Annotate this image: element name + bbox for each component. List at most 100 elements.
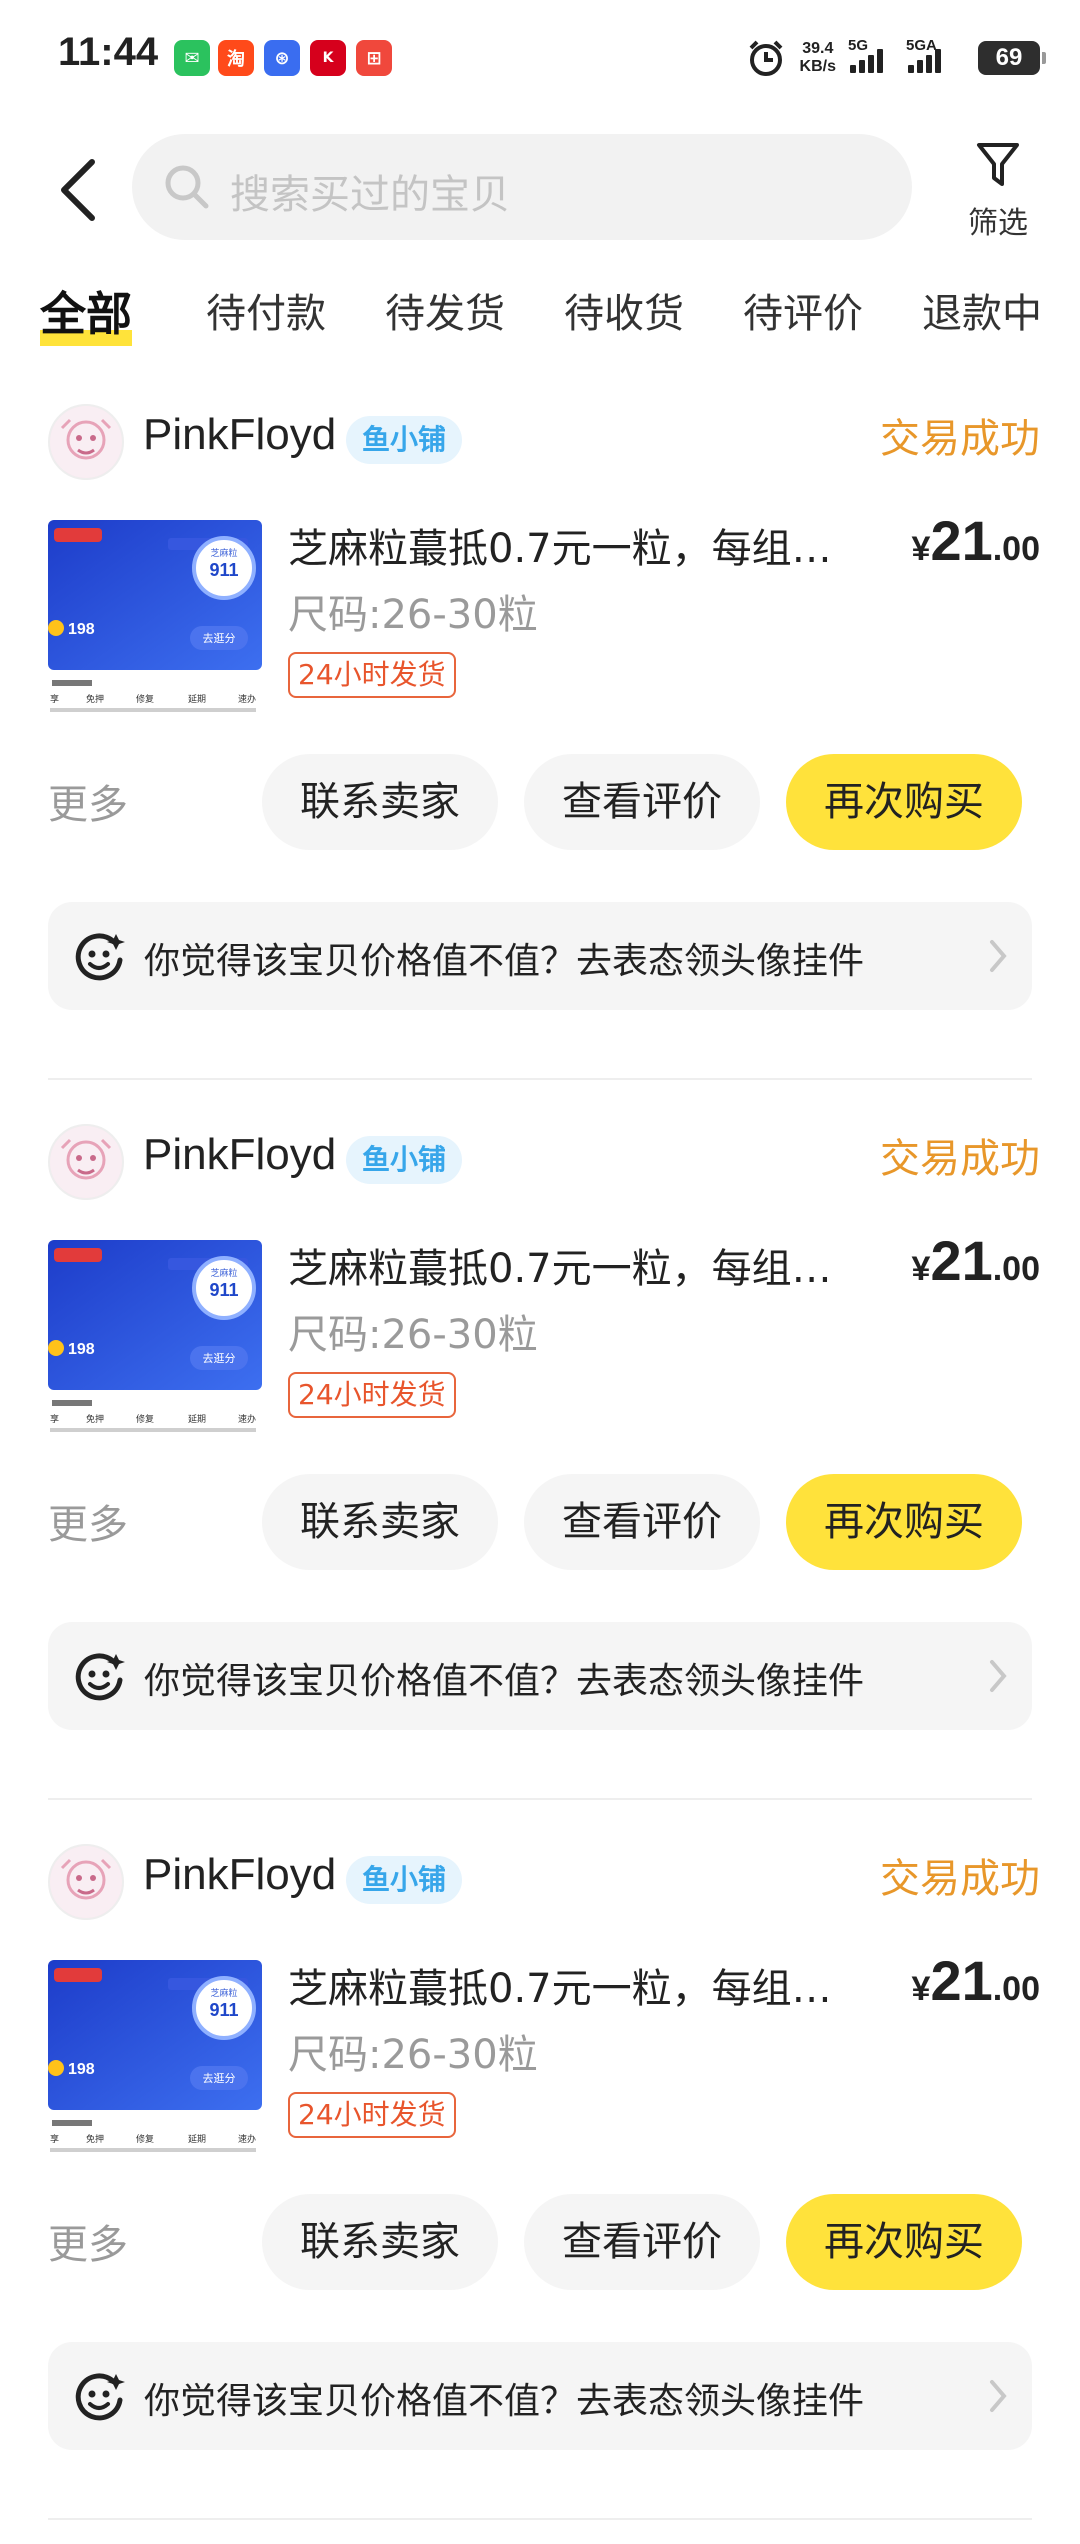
shop-name[interactable]: PinkFloyd bbox=[143, 1850, 336, 1900]
price-feedback-text: 你觉得该宝贝价格值不值？去表态领头像挂件 bbox=[144, 941, 865, 982]
price: ¥21.00 bbox=[911, 509, 1040, 572]
svg-text:芝麻粒: 芝麻粒 bbox=[210, 1267, 237, 1278]
svg-text:修复: 修复 bbox=[136, 693, 154, 705]
clock: 11:44 bbox=[58, 30, 159, 74]
more-button[interactable]: 更多 bbox=[48, 2212, 128, 2270]
product-title[interactable]: 芝麻粒蕞抵0.7元一粒，每组… bbox=[288, 1236, 858, 1294]
buy-again-button[interactable]: 再次购买 bbox=[786, 754, 1022, 850]
svg-text:去逛分: 去逛分 bbox=[203, 2072, 236, 2085]
search-placeholder: 搜索买过的宝贝 bbox=[230, 172, 510, 218]
svg-text:911: 911 bbox=[209, 1280, 238, 1300]
product-spec: 尺码:26-30粒 bbox=[288, 1312, 538, 1358]
filter-button[interactable]: 筛选 bbox=[958, 140, 1038, 250]
tab-pending-receipt[interactable]: 待收货 bbox=[564, 282, 684, 352]
divider bbox=[48, 1078, 1032, 1080]
filter-icon bbox=[977, 143, 1019, 186]
order-card[interactable]: PinkFloyd 鱼小铺 交易成功 芝麻粒 911 去逛分 198 享 免押 … bbox=[0, 1110, 1080, 1824]
svg-text:免押: 免押 bbox=[86, 693, 104, 705]
svg-text:芝麻粒: 芝麻粒 bbox=[210, 1987, 237, 1998]
view-review-button[interactable]: 查看评价 bbox=[524, 2194, 760, 2290]
shop-badge: 鱼小铺 bbox=[346, 1136, 463, 1184]
contact-seller-button[interactable]: 联系卖家 bbox=[262, 2194, 498, 2290]
search-input[interactable]: 搜索买过的宝贝 bbox=[132, 134, 912, 240]
view-review-button[interactable]: 查看评价 bbox=[524, 754, 760, 850]
shop-badge: 鱼小铺 bbox=[346, 1856, 463, 1904]
svg-text:198: 198 bbox=[68, 2061, 95, 2078]
product-thumbnail[interactable]: 芝麻粒 911 去逛分 198 享 免押 修复 延期 速办 bbox=[48, 520, 262, 720]
shipping-tag: 24小时发货 bbox=[288, 2092, 456, 2138]
tab-refunding[interactable]: 退款中 bbox=[922, 282, 1042, 352]
contact-seller-button[interactable]: 联系卖家 bbox=[262, 754, 498, 850]
tab-pending-review[interactable]: 待评价 bbox=[743, 282, 863, 352]
tab-pending-payment[interactable]: 待付款 bbox=[206, 282, 326, 352]
shop-avatar[interactable] bbox=[48, 1844, 124, 1920]
product-spec: 尺码:26-30粒 bbox=[288, 2032, 538, 2078]
svg-text:延期: 延期 bbox=[188, 1413, 206, 1425]
shop-name[interactable]: PinkFloyd bbox=[143, 1130, 336, 1180]
view-review-button[interactable]: 查看评价 bbox=[524, 1474, 760, 1570]
shop-badge: 鱼小铺 bbox=[346, 416, 463, 464]
price: ¥21.00 bbox=[911, 1229, 1040, 1292]
order-card[interactable]: PinkFloyd 鱼小铺 交易成功 芝麻粒 911 去逛分 198 享 免押 … bbox=[0, 1830, 1080, 2544]
signal-5ga-icon: 5GA bbox=[906, 37, 964, 73]
more-button[interactable]: 更多 bbox=[48, 1492, 128, 1550]
battery-indicator: 69 bbox=[978, 41, 1046, 75]
product-title[interactable]: 芝麻粒蕞抵0.7元一粒，每组… bbox=[288, 516, 858, 574]
alarm-icon bbox=[749, 40, 782, 76]
shipping-tag: 24小时发货 bbox=[288, 1372, 456, 1418]
taobao-icon: 淘 bbox=[218, 40, 254, 76]
svg-text:198: 198 bbox=[68, 621, 95, 638]
search-icon bbox=[165, 165, 209, 209]
shop-name[interactable]: PinkFloyd bbox=[143, 410, 336, 460]
shop-avatar[interactable] bbox=[48, 1124, 124, 1200]
svg-text:修复: 修复 bbox=[136, 2133, 154, 2145]
svg-text:享: 享 bbox=[50, 2133, 59, 2145]
chevron-right-icon bbox=[990, 940, 1007, 972]
order-status: 交易成功 bbox=[880, 416, 1040, 462]
svg-text:911: 911 bbox=[209, 560, 238, 580]
contact-seller-button[interactable]: 联系卖家 bbox=[262, 1474, 498, 1570]
svg-text:延期: 延期 bbox=[188, 693, 206, 705]
buy-again-button[interactable]: 再次购买 bbox=[786, 2194, 1022, 2290]
baidu-icon: ⊛ bbox=[264, 40, 300, 76]
divider bbox=[48, 2518, 1032, 2520]
smiley-icon bbox=[75, 933, 125, 981]
svg-text:198: 198 bbox=[68, 1341, 95, 1358]
price-feedback-banner[interactable]: 你觉得该宝贝价格值不值？去表态领头像挂件 bbox=[48, 2342, 1032, 2450]
calendar-app-icon: ⊞ bbox=[356, 40, 392, 76]
chevron-right-icon bbox=[990, 2380, 1007, 2412]
svg-text:修复: 修复 bbox=[136, 1413, 154, 1425]
price-feedback-text: 你觉得该宝贝价格值不值？去表态领头像挂件 bbox=[144, 1661, 865, 1702]
more-button[interactable]: 更多 bbox=[48, 772, 128, 830]
svg-text:去逛分: 去逛分 bbox=[203, 632, 236, 645]
wechat-icon: ✉ bbox=[174, 40, 210, 76]
order-card[interactable]: PinkFloyd 鱼小铺 交易成功 芝麻粒 911 去逛分 198 享 免押 … bbox=[0, 390, 1080, 1104]
shipping-tag: 24小时发货 bbox=[288, 652, 456, 698]
kfc-icon: K bbox=[310, 40, 346, 76]
svg-text:速办: 速办 bbox=[238, 693, 256, 705]
svg-text:免押: 免押 bbox=[86, 1413, 104, 1425]
tab-all[interactable]: 全部 bbox=[40, 282, 132, 352]
product-thumbnail[interactable]: 芝麻粒 911 去逛分 198 享 免押 修复 延期 速办 bbox=[48, 1960, 262, 2160]
buy-again-button[interactable]: 再次购买 bbox=[786, 1474, 1022, 1570]
signal-5g-icon: 5G bbox=[848, 37, 894, 73]
smiley-icon bbox=[75, 2373, 125, 2421]
back-arrow-icon[interactable] bbox=[50, 150, 110, 230]
status-bar: 11:44 ✉ 淘 ⊛ K ⊞ 39.4 KB/s 5G 5GA 69 bbox=[0, 0, 1080, 120]
price-feedback-banner[interactable]: 你觉得该宝贝价格值不值？去表态领头像挂件 bbox=[48, 1622, 1032, 1730]
shop-avatar[interactable] bbox=[48, 404, 124, 480]
price-feedback-text: 你觉得该宝贝价格值不值？去表态领头像挂件 bbox=[144, 2381, 865, 2422]
svg-text:去逛分: 去逛分 bbox=[203, 1352, 236, 1365]
tab-pending-shipment[interactable]: 待发货 bbox=[385, 282, 505, 352]
product-title[interactable]: 芝麻粒蕞抵0.7元一粒，每组… bbox=[288, 1956, 858, 2014]
svg-text:速办: 速办 bbox=[238, 1413, 256, 1425]
price-feedback-banner[interactable]: 你觉得该宝贝价格值不值？去表态领头像挂件 bbox=[48, 902, 1032, 1010]
product-thumbnail[interactable]: 芝麻粒 911 去逛分 198 享 免押 修复 延期 速办 bbox=[48, 1240, 262, 1440]
svg-text:享: 享 bbox=[50, 693, 59, 705]
smiley-icon bbox=[75, 1653, 125, 1701]
status-icons: 39.4 KB/s 5G 5GA 69 bbox=[746, 37, 1046, 78]
svg-text:免押: 免押 bbox=[86, 2133, 104, 2145]
divider bbox=[48, 1798, 1032, 1800]
order-tabs: 全部 待付款 待发货 待收货 待评价 退款中 bbox=[0, 282, 1080, 362]
svg-text:911: 911 bbox=[209, 2000, 238, 2020]
